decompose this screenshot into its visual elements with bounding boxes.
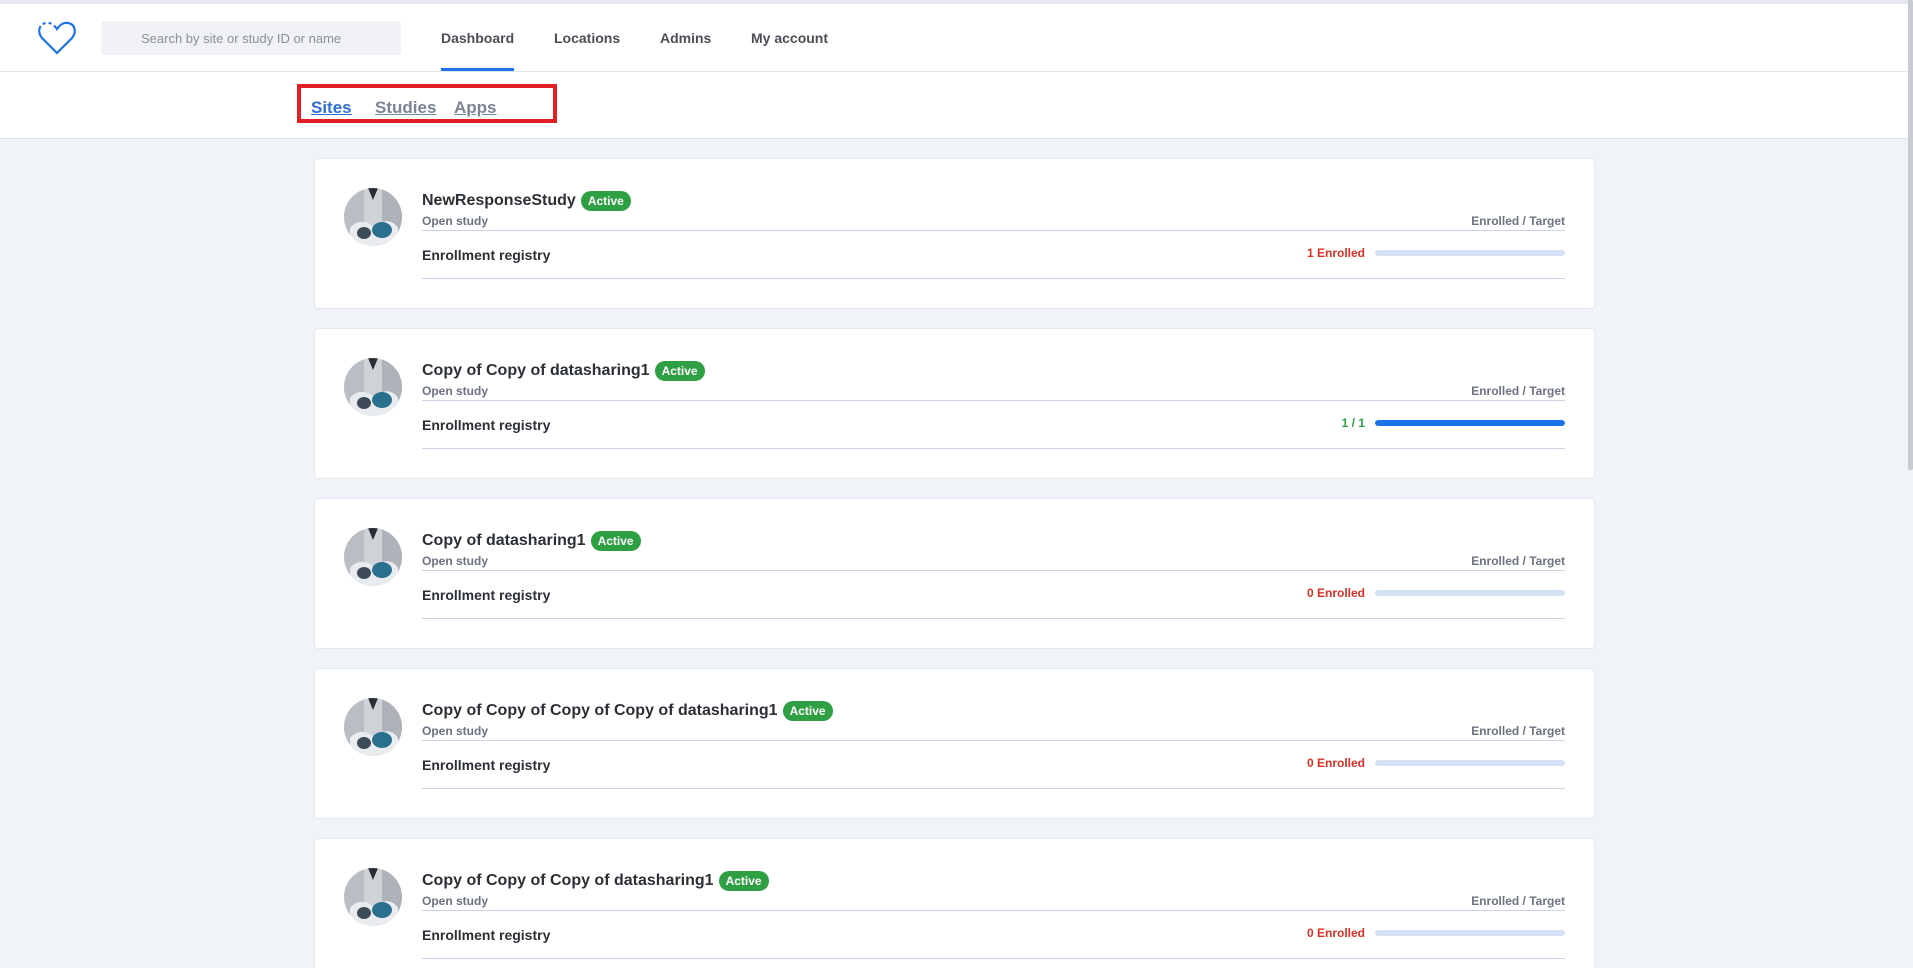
sub-navigation-bar: Sites Studies Apps <box>0 72 1913 139</box>
top-navigation-bar: Dashboard Locations Admins My account <box>0 0 1913 72</box>
divider <box>422 230 1565 231</box>
tab-apps[interactable]: Apps <box>454 98 497 118</box>
registry-label: Enrollment registry <box>422 417 551 433</box>
page-scrollbar[interactable] <box>1908 0 1913 470</box>
study-name[interactable]: NewResponseStudy <box>422 192 576 210</box>
divider <box>422 400 1565 401</box>
status-badge: Active <box>782 701 833 721</box>
divider <box>422 618 1565 619</box>
study-title-row: Copy of Copy of Copy of Copy of datashar… <box>422 701 833 721</box>
registry-label: Enrollment registry <box>422 927 551 943</box>
divider <box>422 740 1565 741</box>
enrolled-target-label: Enrolled / Target <box>1471 894 1565 908</box>
enrolled-count: 0 Enrolled <box>1306 586 1365 600</box>
enrolled-target-label: Enrolled / Target <box>1471 214 1565 228</box>
divider <box>422 910 1565 911</box>
registry-label: Enrollment registry <box>422 757 551 773</box>
enrolled-target-label: Enrolled / Target <box>1471 724 1565 738</box>
study-card[interactable]: Copy of Copy of Copy of datasharing1 Act… <box>314 838 1595 968</box>
enrolled-target-label: Enrolled / Target <box>1471 554 1565 568</box>
divider <box>422 958 1565 959</box>
study-avatar <box>344 188 402 246</box>
divider <box>422 788 1565 789</box>
nav-dashboard[interactable]: Dashboard <box>441 30 515 71</box>
enrollment-progress-bar <box>1375 760 1565 766</box>
study-card[interactable]: Copy of Copy of datasharing1 Active Open… <box>314 328 1595 479</box>
study-card[interactable]: NewResponseStudy Active Open study Enrol… <box>314 158 1595 309</box>
study-card[interactable]: Copy of datasharing1 Active Open study E… <box>314 498 1595 649</box>
nav-locations[interactable]: Locations <box>554 30 620 46</box>
divider <box>422 570 1565 571</box>
study-avatar <box>344 358 402 416</box>
status-badge: Active <box>654 361 705 381</box>
enrollment-progress-fill <box>1375 420 1565 426</box>
nav-my-account[interactable]: My account <box>751 30 828 46</box>
enrolled-count: 0 Enrolled <box>1306 926 1365 940</box>
nav-admins[interactable]: Admins <box>660 30 711 46</box>
divider <box>422 448 1565 449</box>
study-title-row: Copy of Copy of Copy of datasharing1 Act… <box>422 871 769 891</box>
heart-logo-icon[interactable] <box>37 20 77 56</box>
enrollment-progress-bar <box>1375 590 1565 596</box>
study-type: Open study <box>422 554 489 568</box>
status-badge: Active <box>718 871 769 891</box>
divider <box>422 278 1565 279</box>
study-name[interactable]: Copy of Copy of Copy of Copy of datashar… <box>422 702 778 720</box>
study-avatar <box>344 698 402 756</box>
enrolled-count: 1 / 1 <box>1341 416 1365 430</box>
enrolled-target-label: Enrolled / Target <box>1471 384 1565 398</box>
study-name[interactable]: Copy of datasharing1 <box>422 532 586 550</box>
enrolled-count: 1 Enrolled <box>1306 246 1365 260</box>
registry-label: Enrollment registry <box>422 247 551 263</box>
enrollment-progress-bar <box>1375 420 1565 426</box>
registry-label: Enrollment registry <box>422 587 551 603</box>
study-type: Open study <box>422 384 489 398</box>
study-title-row: Copy of datasharing1 Active <box>422 531 641 551</box>
tab-studies[interactable]: Studies <box>375 98 436 118</box>
enrollment-progress-bar <box>1375 250 1565 256</box>
search-input[interactable] <box>101 21 401 55</box>
study-type: Open study <box>422 894 489 908</box>
study-type: Open study <box>422 214 489 228</box>
study-card[interactable]: Copy of Copy of Copy of Copy of datashar… <box>314 668 1595 819</box>
study-title-row: NewResponseStudy Active <box>422 191 631 211</box>
highlight-box: Sites Studies Apps <box>297 84 557 123</box>
study-name[interactable]: Copy of Copy of datasharing1 <box>422 362 650 380</box>
status-badge: Active <box>590 531 641 551</box>
enrollment-progress-bar <box>1375 930 1565 936</box>
tab-sites[interactable]: Sites <box>311 98 352 118</box>
enrolled-count: 0 Enrolled <box>1306 756 1365 770</box>
study-name[interactable]: Copy of Copy of Copy of datasharing1 <box>422 872 714 890</box>
status-badge: Active <box>580 191 631 211</box>
study-title-row: Copy of Copy of datasharing1 Active <box>422 361 705 381</box>
study-avatar <box>344 868 402 926</box>
study-avatar <box>344 528 402 586</box>
study-type: Open study <box>422 724 489 738</box>
